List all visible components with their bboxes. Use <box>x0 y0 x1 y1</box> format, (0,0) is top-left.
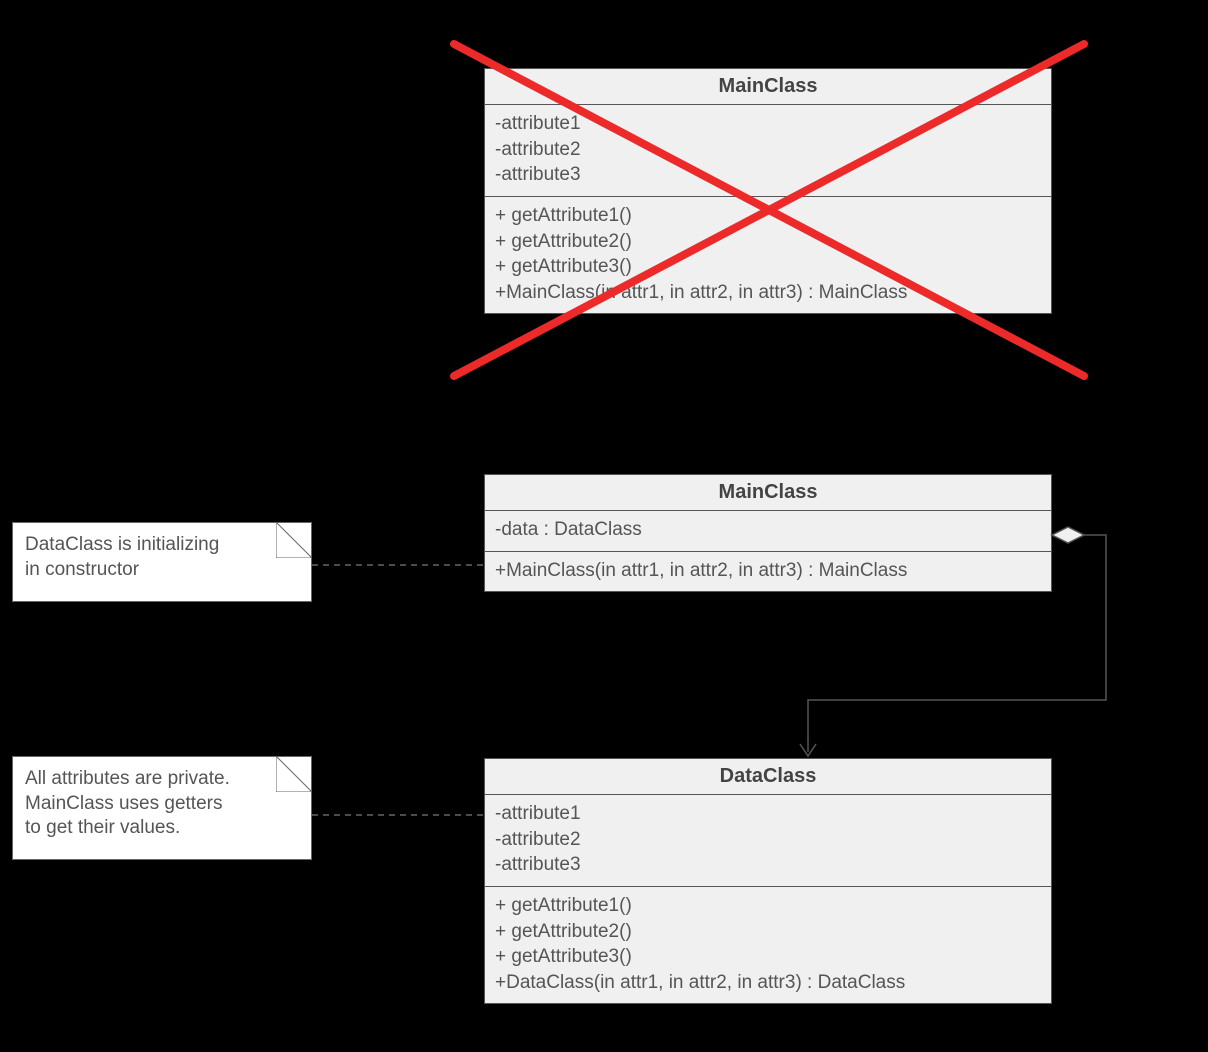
note-line: DataClass is initializing <box>25 533 299 558</box>
method: + getAttribute3() <box>495 254 1041 280</box>
method: +MainClass(in attr1, in attr2, in attr3)… <box>495 280 1041 306</box>
method: +MainClass(in attr1, in attr2, in attr3)… <box>495 558 1041 584</box>
uml-class-mainclass-middle: MainClass -data : DataClass +MainClass(i… <box>484 474 1052 592</box>
method: + getAttribute2() <box>495 229 1041 255</box>
class-attributes: -attribute1 -attribute2 -attribute3 <box>485 105 1051 197</box>
attr: -attribute1 <box>495 111 1041 137</box>
note-line: MainClass uses getters <box>25 792 299 817</box>
class-attributes: -attribute1 -attribute2 -attribute3 <box>485 795 1051 887</box>
uml-class-mainclass-top: MainClass -attribute1 -attribute2 -attri… <box>484 68 1052 314</box>
attr: -attribute3 <box>495 162 1041 188</box>
class-title: MainClass <box>485 69 1051 105</box>
class-methods: + getAttribute1() + getAttribute2() + ge… <box>485 197 1051 314</box>
class-methods: + getAttribute1() + getAttribute2() + ge… <box>485 887 1051 1004</box>
note-fold-icon <box>276 522 312 558</box>
attr: -data : DataClass <box>495 517 1041 543</box>
note-line: in constructor <box>25 558 299 583</box>
attr: -attribute2 <box>495 827 1041 853</box>
method: + getAttribute2() <box>495 919 1041 945</box>
note-fold-icon <box>276 756 312 792</box>
method: +DataClass(in attr1, in attr2, in attr3)… <box>495 970 1041 996</box>
note-line: to get their values. <box>25 816 299 841</box>
method: + getAttribute3() <box>495 944 1041 970</box>
attr: -attribute1 <box>495 801 1041 827</box>
arrowhead-icon <box>800 744 816 756</box>
method: + getAttribute1() <box>495 203 1041 229</box>
class-title: DataClass <box>485 759 1051 795</box>
aggregation-diamond-icon <box>1052 527 1084 543</box>
note-line: All attributes are private. <box>25 767 299 792</box>
class-methods: +MainClass(in attr1, in attr2, in attr3)… <box>485 552 1051 592</box>
attr: -attribute3 <box>495 852 1041 878</box>
method: + getAttribute1() <box>495 893 1041 919</box>
class-attributes: -data : DataClass <box>485 511 1051 552</box>
uml-class-dataclass: DataClass -attribute1 -attribute2 -attri… <box>484 758 1052 1004</box>
class-title: MainClass <box>485 475 1051 511</box>
uml-canvas: MainClass -attribute1 -attribute2 -attri… <box>0 0 1208 1052</box>
uml-note-constructor: DataClass is initializing in constructor <box>12 522 312 602</box>
attr: -attribute2 <box>495 137 1041 163</box>
uml-note-private: All attributes are private. MainClass us… <box>12 756 312 860</box>
